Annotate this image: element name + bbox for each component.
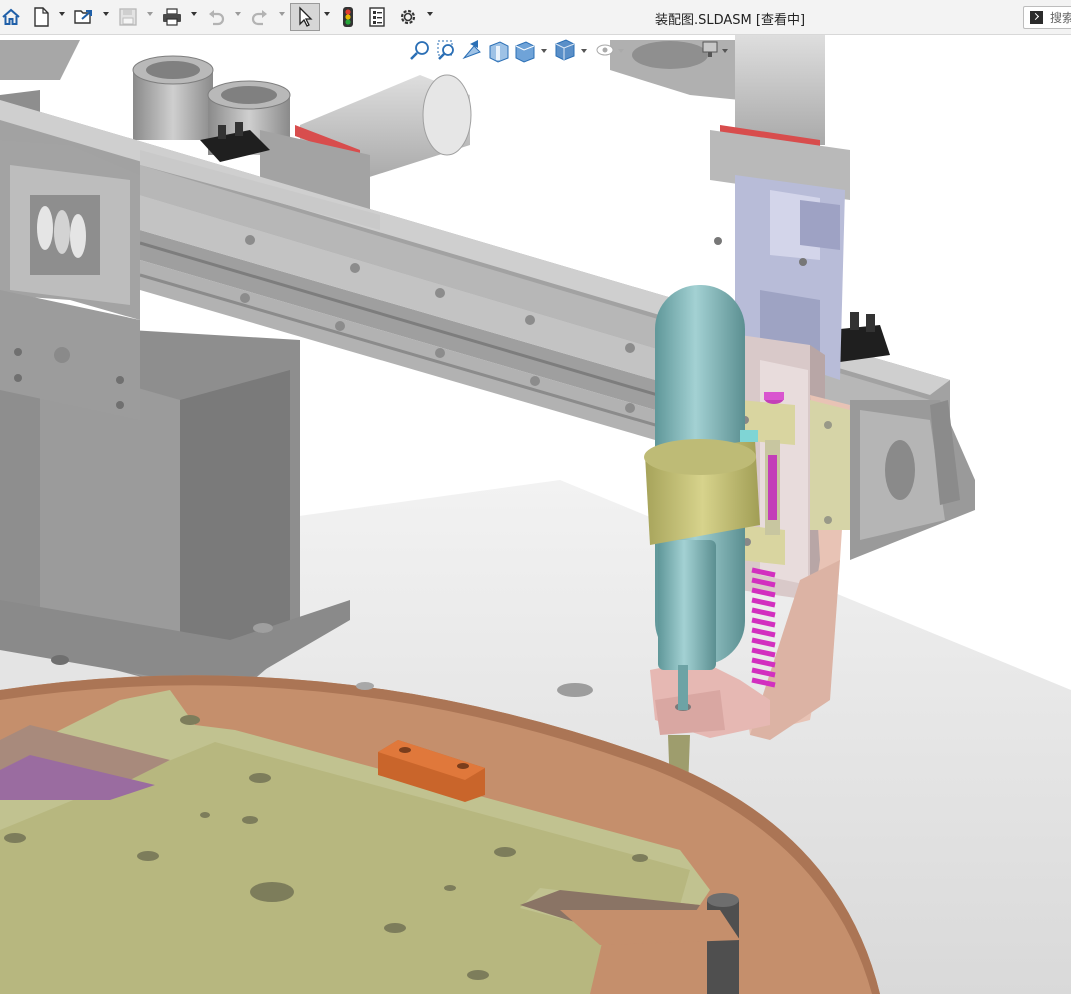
save-icon[interactable] bbox=[116, 4, 140, 30]
right-end-block bbox=[850, 400, 975, 560]
previous-view-icon[interactable] bbox=[462, 40, 481, 60]
options-dropdown-chevron-icon[interactable] bbox=[427, 12, 433, 16]
graphics-area[interactable] bbox=[0, 35, 1071, 994]
file-properties-icon[interactable] bbox=[366, 4, 388, 30]
assembly-model bbox=[0, 35, 1071, 994]
zoom-to-fit-icon[interactable] bbox=[410, 41, 429, 60]
main-toolbar: 装配图.SLDASM [查看中] 搜索 bbox=[0, 0, 1071, 35]
options-gear-icon[interactable] bbox=[396, 4, 420, 30]
open-icon[interactable] bbox=[72, 4, 96, 30]
save-dropdown-chevron-icon[interactable] bbox=[147, 12, 153, 16]
rebuild-traffic-light-icon[interactable] bbox=[338, 4, 358, 30]
cylinder-clamp-ring bbox=[644, 430, 760, 545]
command-search-icon bbox=[1030, 11, 1043, 24]
redo-icon[interactable] bbox=[248, 4, 272, 30]
zoom-to-area-icon[interactable] bbox=[437, 40, 454, 60]
home-icon[interactable] bbox=[0, 4, 22, 30]
undo-dropdown-chevron-icon[interactable] bbox=[235, 12, 241, 16]
locating-pin bbox=[707, 893, 739, 994]
left-end-block bbox=[0, 140, 140, 420]
search-box[interactable]: 搜索 bbox=[1023, 6, 1071, 29]
select-dropdown-chevron-icon[interactable] bbox=[324, 12, 330, 16]
search-placeholder: 搜索 bbox=[1050, 11, 1071, 25]
redo-dropdown-chevron-icon[interactable] bbox=[279, 12, 285, 16]
print-dropdown-chevron-icon[interactable] bbox=[191, 12, 197, 16]
open-dropdown-chevron-icon[interactable] bbox=[103, 12, 109, 16]
new-document-icon[interactable] bbox=[30, 4, 52, 30]
view-settings-icon[interactable] bbox=[702, 41, 718, 57]
hide-show-items-icon[interactable] bbox=[596, 44, 614, 56]
undo-icon[interactable] bbox=[204, 4, 228, 30]
display-style-icon[interactable] bbox=[555, 39, 575, 61]
section-view-icon[interactable] bbox=[489, 41, 509, 63]
new-dropdown-chevron-icon[interactable] bbox=[59, 12, 65, 16]
select-pointer-icon[interactable] bbox=[292, 4, 318, 30]
print-icon[interactable] bbox=[160, 4, 184, 30]
document-title: 装配图.SLDASM [查看中] bbox=[654, 13, 806, 28]
view-orientation-icon[interactable] bbox=[515, 41, 535, 63]
heads-up-view-toolbar bbox=[408, 38, 738, 64]
